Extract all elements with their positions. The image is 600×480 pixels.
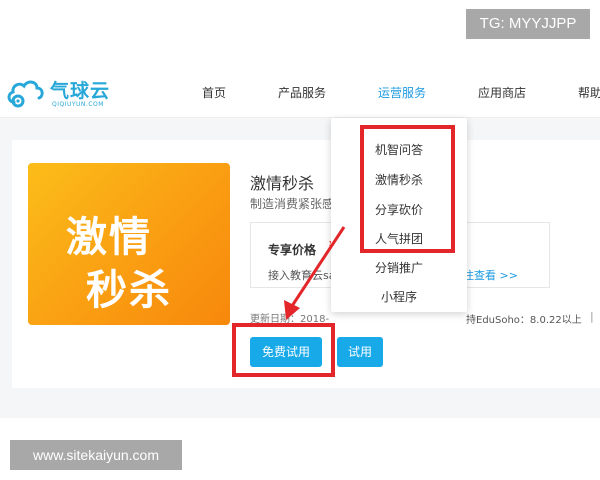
cloud-logo-icon <box>7 80 44 108</box>
nav-home[interactable]: 首页 <box>202 84 226 101</box>
watermark-top: TG: MYYJJPP <box>466 9 590 39</box>
price-label: 专享价格 <box>268 243 317 257</box>
product-image-line2: 秒杀 <box>86 266 172 314</box>
separator: | <box>590 310 594 323</box>
button-highlight-box <box>232 323 335 377</box>
nav-help[interactable]: 帮助 <box>578 84 600 101</box>
watermark-bottom: www.sitekaiyun.com <box>10 440 182 470</box>
trial-button[interactable]: 试用 <box>337 337 383 367</box>
nav-product-services[interactable]: 产品服务 <box>278 84 326 101</box>
dropdown-item-distribution[interactable]: 分销推广 <box>331 259 467 276</box>
product-image[interactable]: 激情 秒杀 <box>28 163 230 325</box>
nav-operation-services[interactable]: 运营服务 <box>378 84 426 101</box>
dropdown-highlight-box <box>360 125 455 253</box>
compatibility-text: 持EduSoho：8.0.22以上 <box>466 315 582 326</box>
nav-app-store[interactable]: 应用商店 <box>478 84 526 101</box>
site-header: 气球云 QIQIUYUN.COM 首页 产品服务 运营服务 应用商店 帮助 <box>0 62 600 118</box>
product-title: 激情秒杀 <box>250 174 315 193</box>
view-link[interactable]: 注查看 >> <box>463 267 518 283</box>
product-image-line1: 激情 <box>66 213 152 261</box>
support-text: 接入教育云sa <box>268 269 336 282</box>
logo-name: 气球云 <box>50 80 111 102</box>
dropdown-item-mini-program[interactable]: 小程序 <box>331 288 467 305</box>
product-subtitle: 制造消费紧张感 <box>250 197 335 211</box>
logo[interactable]: 气球云 QIQIUYUN.COM <box>6 74 116 110</box>
logo-domain: QIQIUYUN.COM <box>52 101 104 108</box>
